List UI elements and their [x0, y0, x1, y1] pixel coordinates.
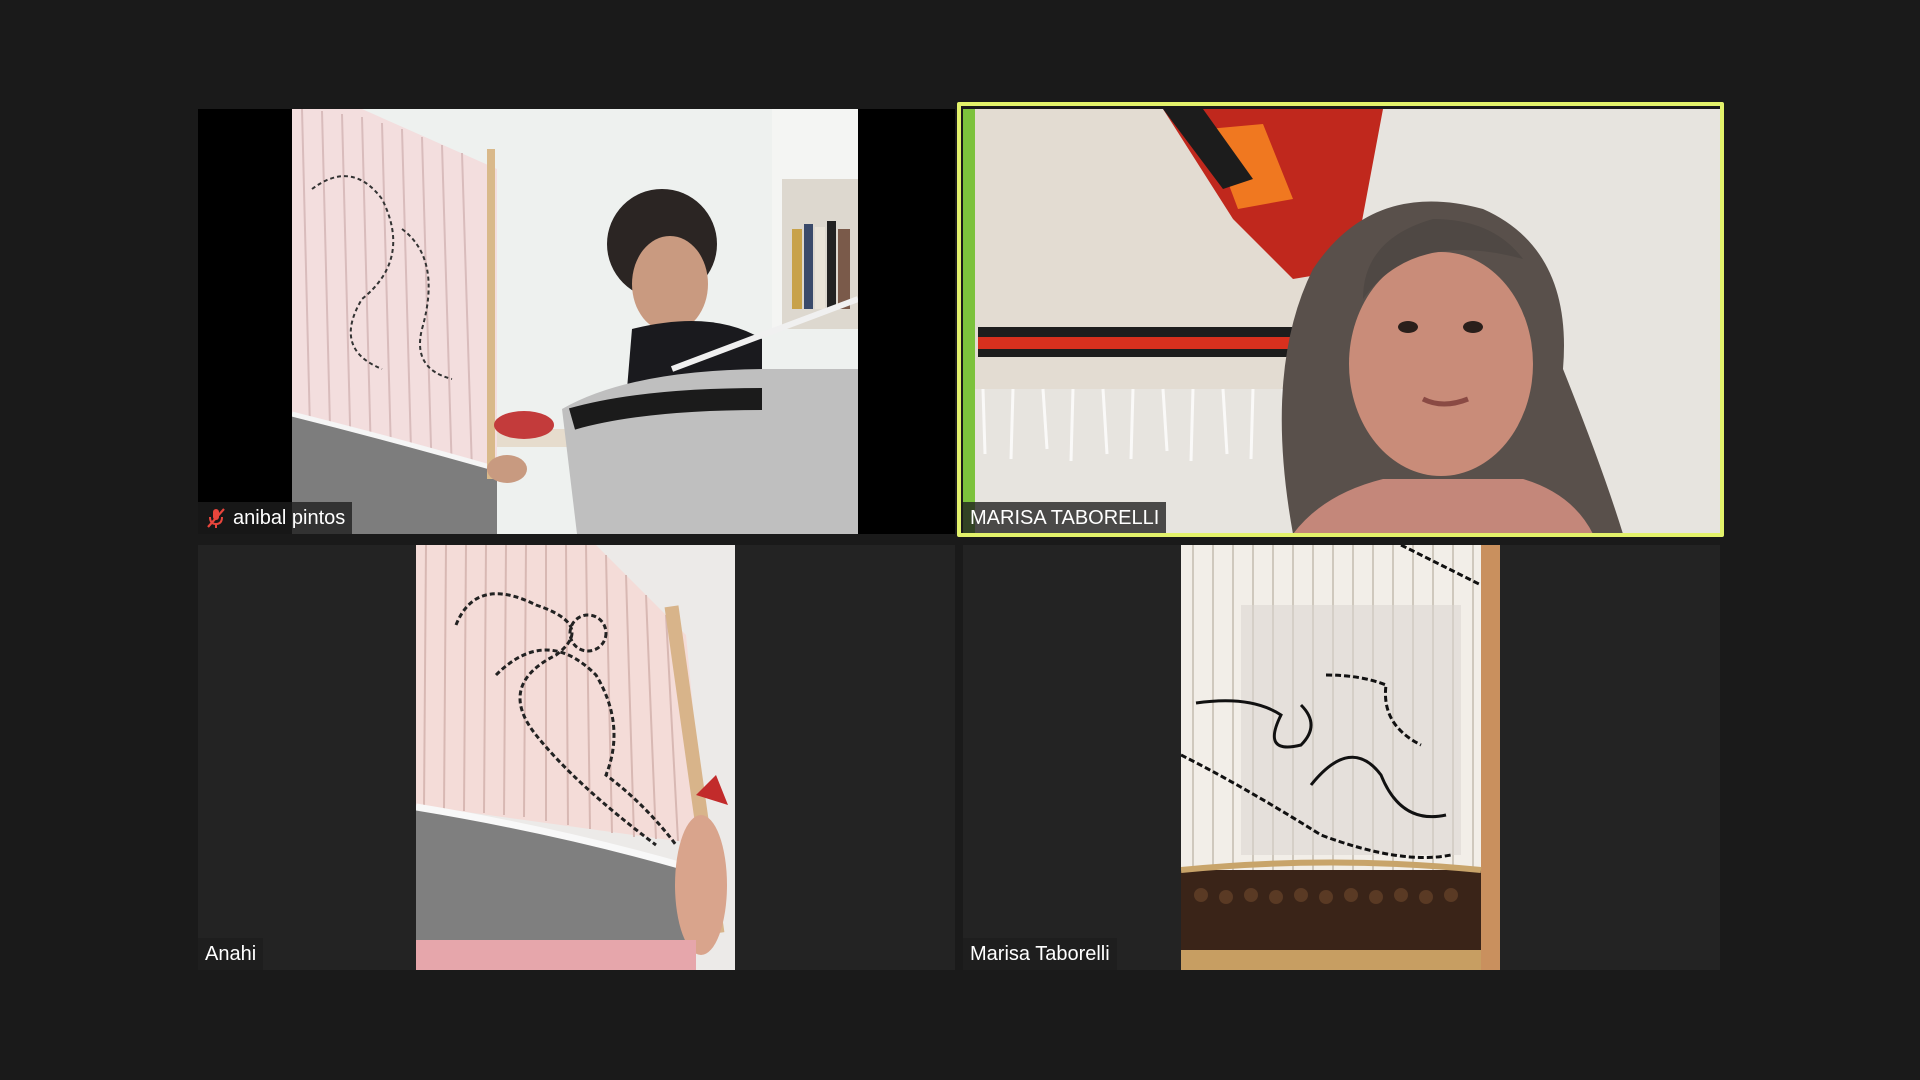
- participant-nameplate: Anahi: [198, 938, 264, 970]
- participant-name: MARISA TABORELLI: [970, 507, 1160, 529]
- participant-name: anibal pintos: [233, 507, 346, 529]
- participant-nameplate: Marisa Taborelli: [963, 938, 1117, 970]
- participant-video: [416, 545, 735, 970]
- participant-name: Marisa Taborelli: [970, 943, 1110, 965]
- participant-nameplate: MARISA TABORELLI: [963, 502, 1167, 534]
- video-frame-weaver-at-loom: [292, 109, 858, 534]
- video-frame-loom-front: [1181, 545, 1500, 970]
- participant-video: [1181, 545, 1500, 970]
- participant-tile-anibal-pintos[interactable]: anibal pintos: [198, 109, 955, 534]
- video-frame-loom-closeup: [416, 545, 735, 970]
- participant-tile-anahi[interactable]: Anahi: [198, 545, 955, 970]
- participant-tile-marisa-taborelli[interactable]: Marisa Taborelli: [963, 545, 1720, 970]
- meeting-gallery-view: anibal pintos MARISA TABORELLI Anahi Mar…: [0, 0, 1920, 1080]
- participant-video: [963, 109, 1720, 534]
- microphone-muted-icon: [205, 507, 227, 529]
- participant-nameplate: anibal pintos: [198, 502, 353, 534]
- participant-video: [292, 109, 858, 534]
- participant-tile-marisa-taborelli-speaker[interactable]: MARISA TABORELLI: [963, 109, 1720, 534]
- video-frame-speaker: [963, 109, 1720, 534]
- participant-name: Anahi: [205, 943, 257, 965]
